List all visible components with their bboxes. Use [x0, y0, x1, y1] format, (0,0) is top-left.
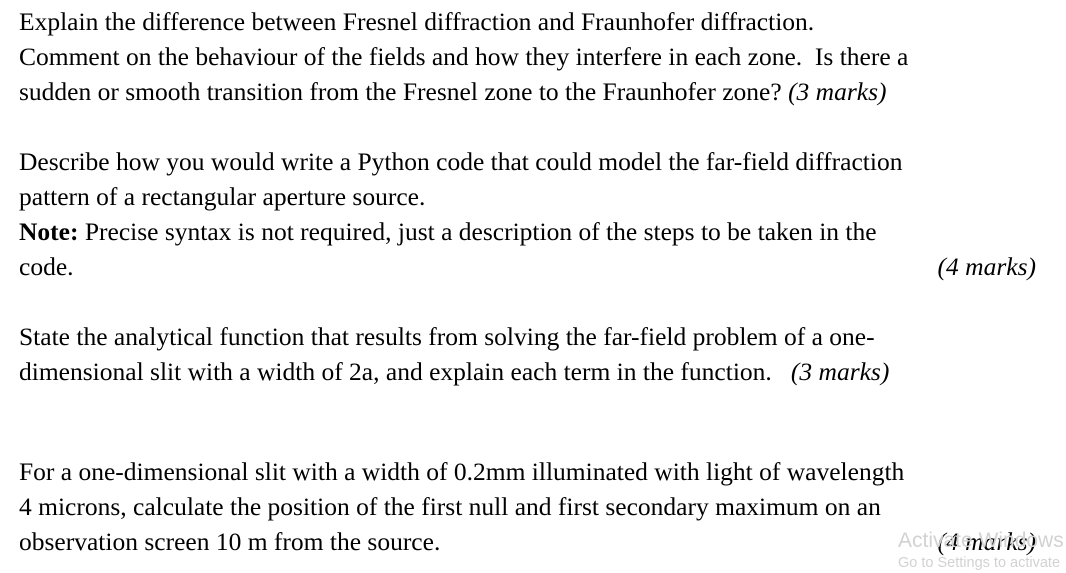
- text-line: Describe how you would write a Python co…: [19, 147, 903, 176]
- marks-label: (3 marks): [788, 77, 887, 106]
- text-line: Comment on the behaviour of the fields a…: [19, 42, 909, 71]
- document-body: Explain the difference between Fresnel d…: [0, 0, 1066, 571]
- text-line-with-marks: sudden or smooth transition from the Fre…: [19, 74, 1049, 109]
- question-paragraph-4: For a one-dimensional slit with a width …: [19, 454, 1049, 559]
- text-line-with-marks: code. (4 marks): [19, 249, 1049, 284]
- marks-label: (3 marks): [790, 357, 890, 386]
- question-paragraph-2: Describe how you would write a Python co…: [19, 144, 1049, 284]
- marks-label: (4 marks): [937, 527, 1036, 556]
- text-line: sudden or smooth transition from the Fre…: [19, 77, 789, 106]
- text-line: 4 microns, calculate the position of the…: [19, 492, 881, 521]
- text-line-with-marks: observation screen 10 m from the source.…: [19, 524, 1049, 559]
- text-line: code.: [19, 252, 74, 281]
- text-line: pattern of a rectangular aperture source…: [19, 182, 426, 211]
- text-line: For a one-dimensional slit with a width …: [19, 457, 905, 486]
- text-line: observation screen 10 m from the source.: [19, 527, 441, 556]
- note-label: Note:: [19, 217, 79, 246]
- marks-label: (4 marks): [937, 252, 1036, 281]
- question-paragraph-1: Explain the difference between Fresnel d…: [19, 4, 1049, 109]
- text-line: dimensional slit with a width of 2a, and…: [19, 357, 791, 386]
- text-line: State the analytical function that resul…: [19, 322, 875, 351]
- question-paragraph-3: State the analytical function that resul…: [19, 319, 1049, 389]
- text-line: Explain the difference between Fresnel d…: [19, 7, 815, 36]
- text-line-with-marks: dimensional slit with a width of 2a, and…: [19, 354, 1049, 389]
- text-line: Precise syntax is not required, just a d…: [84, 217, 877, 246]
- text-line-note: Note: Precise syntax is not required, ju…: [19, 214, 1049, 249]
